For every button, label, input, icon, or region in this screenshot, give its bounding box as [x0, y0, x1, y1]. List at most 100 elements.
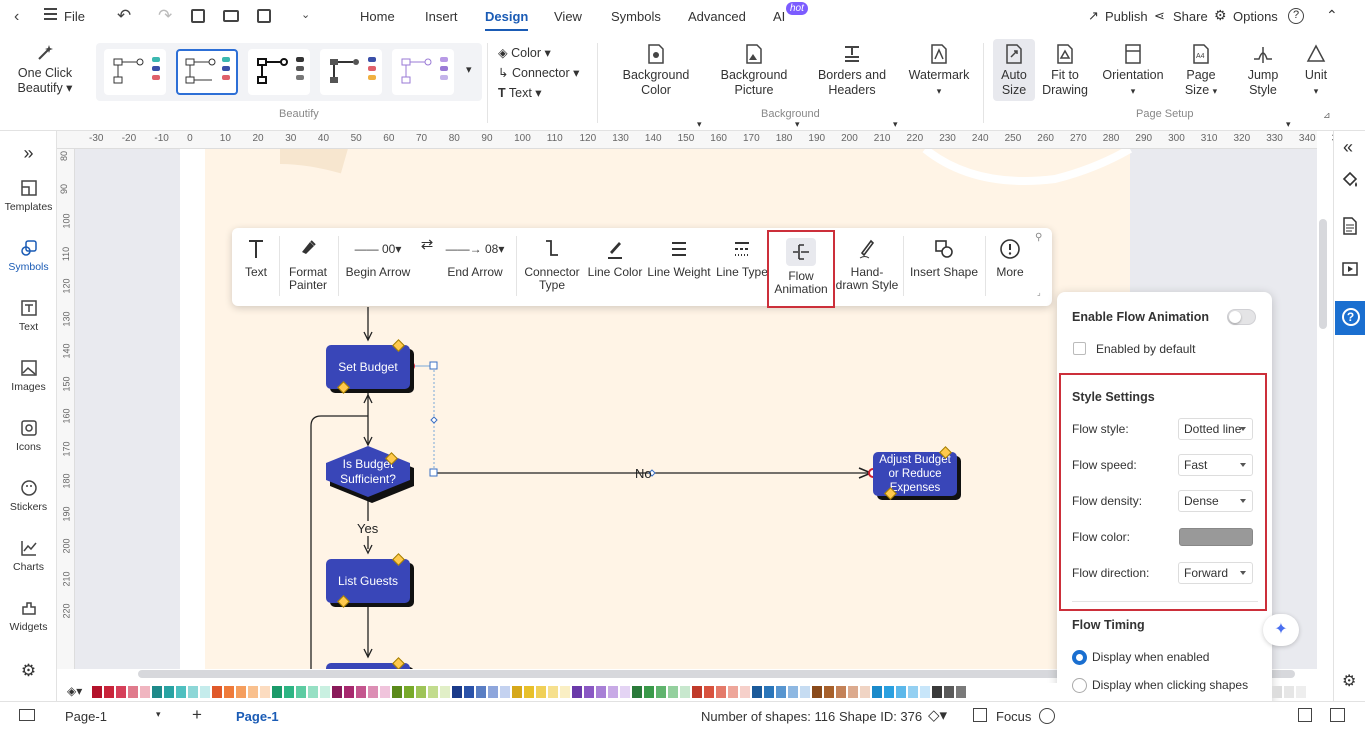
color-swatch[interactable]	[824, 686, 834, 698]
color-swatch[interactable]	[368, 686, 378, 698]
beautify-style-1[interactable]	[104, 49, 166, 95]
focus-icon[interactable]	[973, 708, 987, 722]
auto-size-button[interactable]: Auto Size	[993, 39, 1035, 101]
page-size-button[interactable]: A4 Page Size ▾	[1180, 43, 1222, 99]
tab-design[interactable]: Design	[485, 0, 529, 33]
color-swatch[interactable]	[404, 686, 414, 698]
background-color-button[interactable]: Background Color	[616, 43, 696, 98]
color-swatch[interactable]	[164, 686, 174, 698]
fit-to-drawing-button[interactable]: Fit to Drawing	[1039, 43, 1091, 98]
connector-dropdown[interactable]: ↳ Connector ▾	[498, 63, 579, 83]
sidebar-item-images[interactable]: Images	[0, 359, 57, 393]
color-swatch[interactable]	[548, 686, 558, 698]
color-swatch[interactable]	[608, 686, 618, 698]
begin-arrow-dropdown[interactable]: —— 00▾ Begin Arrow	[344, 238, 412, 279]
color-swatch[interactable]	[488, 686, 498, 698]
sidebar-item-charts[interactable]: Charts	[0, 539, 57, 573]
beautify-style-4[interactable]	[320, 49, 382, 95]
color-swatch[interactable]	[392, 686, 402, 698]
help-icon[interactable]: ?	[1288, 8, 1304, 24]
sidebar-item-text[interactable]: Text	[0, 299, 57, 333]
color-swatch[interactable]	[452, 686, 462, 698]
fullscreen-icon[interactable]	[1330, 708, 1345, 722]
line-weight-button[interactable]: Line Weight	[646, 238, 712, 279]
page-panel-icon[interactable]	[19, 709, 35, 721]
color-swatch[interactable]	[812, 686, 822, 698]
color-swatch[interactable]	[536, 686, 546, 698]
color-swatch[interactable]	[176, 686, 186, 698]
color-swatch[interactable]	[224, 686, 234, 698]
color-swatch[interactable]	[596, 686, 606, 698]
pin-icon[interactable]: ⚲	[1035, 232, 1042, 243]
collapse-right-panel-icon[interactable]: «	[1343, 137, 1353, 158]
color-swatch[interactable]	[200, 686, 210, 698]
color-swatch[interactable]	[644, 686, 654, 698]
color-swatch[interactable]	[584, 686, 594, 698]
beautify-style-2[interactable]	[176, 49, 238, 95]
more-button[interactable]: More	[992, 238, 1028, 279]
format-painter-button[interactable]: Format Painter	[284, 238, 332, 292]
beautify-style-3[interactable]	[248, 49, 310, 95]
settings-gear-icon[interactable]: ⚙	[0, 661, 57, 681]
color-swatch[interactable]	[728, 686, 738, 698]
insert-shape-button[interactable]: Insert Shape	[908, 238, 980, 279]
expand-sidebar-icon[interactable]: »	[0, 143, 57, 164]
more-quick-icon[interactable]: ⌄	[301, 8, 310, 21]
collapse-ribbon-icon[interactable]: ⌃	[1326, 7, 1338, 24]
color-swatch[interactable]	[860, 686, 870, 698]
color-swatch[interactable]	[260, 686, 270, 698]
color-swatch[interactable]	[776, 686, 786, 698]
connector-type-button[interactable]: Connector Type	[522, 238, 582, 292]
color-swatch[interactable]	[944, 686, 954, 698]
color-swatch[interactable]	[920, 686, 930, 698]
color-swatch[interactable]	[884, 686, 894, 698]
color-swatch[interactable]	[740, 686, 750, 698]
resize-grip-icon[interactable]: ⌟	[1037, 288, 1041, 297]
color-swatch[interactable]	[500, 686, 510, 698]
page-setup-launcher-icon[interactable]: ⊿	[1323, 110, 1331, 121]
focus-button[interactable]: Focus	[996, 709, 1031, 724]
color-swatch[interactable]	[512, 686, 522, 698]
color-swatch[interactable]	[524, 686, 534, 698]
is-budget-sufficient-node[interactable]: Is Budget Sufficient?	[326, 457, 410, 487]
timing-enabled-radio[interactable]	[1072, 650, 1087, 665]
color-swatch[interactable]	[296, 686, 306, 698]
color-swatch[interactable]	[704, 686, 714, 698]
color-swatch[interactable]	[788, 686, 798, 698]
color-swatch[interactable]	[476, 686, 486, 698]
orientation-button[interactable]: Orientation ▾	[1097, 43, 1169, 99]
color-swatch[interactable]	[416, 686, 426, 698]
tab-view[interactable]: View	[554, 0, 582, 33]
options-button[interactable]: Options	[1233, 0, 1278, 33]
color-swatch[interactable]	[92, 686, 102, 698]
file-menu[interactable]: File	[64, 0, 85, 33]
color-swatch[interactable]	[344, 686, 354, 698]
color-swatch[interactable]	[380, 686, 390, 698]
vertical-scrollbar-thumb[interactable]	[1319, 219, 1327, 329]
color-swatch[interactable]	[716, 686, 726, 698]
color-swatch[interactable]	[620, 686, 630, 698]
color-swatch[interactable]	[656, 686, 666, 698]
fill-bucket-icon[interactable]	[1341, 171, 1359, 192]
color-swatch[interactable]	[272, 686, 282, 698]
sidebar-item-templates[interactable]: Templates	[0, 179, 57, 213]
color-swatch[interactable]	[236, 686, 246, 698]
unit-button[interactable]: Unit ▾	[1300, 43, 1332, 99]
hand-drawn-style-button[interactable]: Hand-drawn Style	[834, 238, 900, 292]
back-icon[interactable]: ‹	[14, 8, 19, 26]
end-arrow-dropdown[interactable]: ——→ 08▾ End Arrow	[442, 238, 508, 279]
color-swatch[interactable]	[116, 686, 126, 698]
color-swatch[interactable]	[248, 686, 258, 698]
color-swatch[interactable]	[308, 686, 318, 698]
ai-sparkle-icon[interactable]: ✦	[1263, 614, 1299, 646]
background-picture-button[interactable]: Background Picture	[714, 43, 794, 98]
text-tool-button[interactable]: Text	[240, 238, 272, 279]
swap-arrows-icon[interactable]: ⇄	[416, 237, 438, 252]
fit-page-icon[interactable]	[1298, 708, 1312, 722]
jump-style-button[interactable]: Jump Style	[1238, 43, 1288, 98]
color-swatch[interactable]	[752, 686, 762, 698]
color-swatch[interactable]	[896, 686, 906, 698]
line-type-button[interactable]: Line Type	[716, 238, 768, 279]
color-swatch[interactable]	[836, 686, 846, 698]
undo-icon[interactable]: ↶	[117, 6, 131, 26]
